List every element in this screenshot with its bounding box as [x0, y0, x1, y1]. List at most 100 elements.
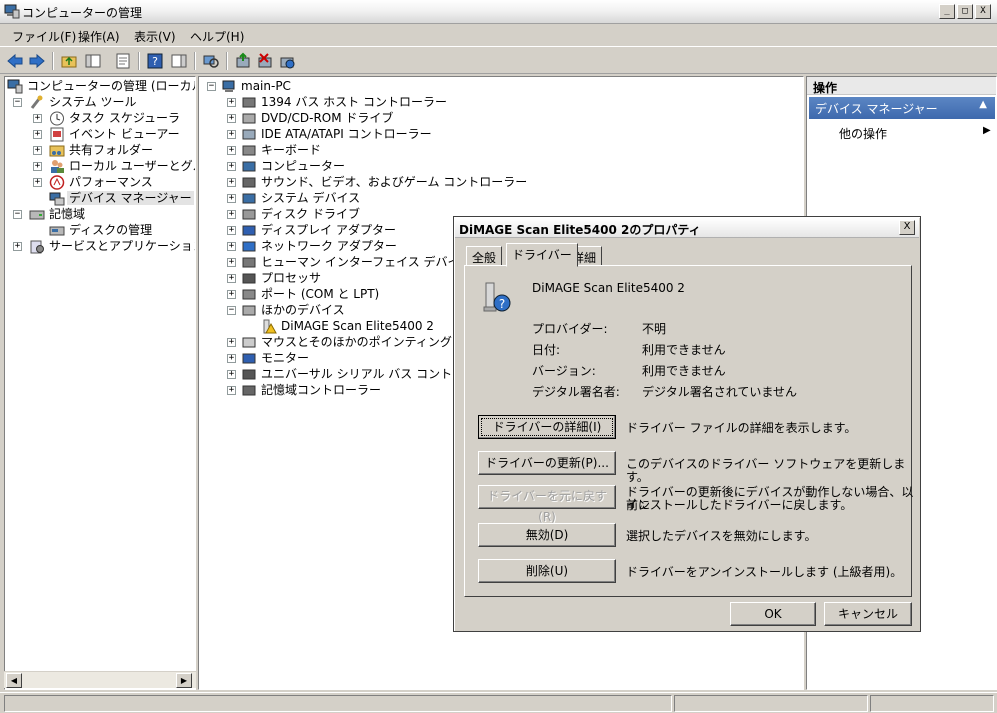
expand-icon[interactable]: + [227, 194, 236, 203]
ok-button[interactable]: OK [730, 602, 816, 626]
update-driver-button[interactable]: ドライバーの更新(P)... [478, 451, 616, 475]
expand-icon[interactable]: + [227, 354, 236, 363]
device-label: ネットワーク アダプター [261, 239, 397, 253]
forward-arrow-icon[interactable] [28, 52, 46, 70]
rollback-driver-button[interactable]: ドライバーを元に戻す(R) [478, 485, 616, 524]
back-arrow-icon[interactable] [6, 52, 24, 70]
expand-icon[interactable]: + [33, 130, 42, 139]
expand-icon[interactable]: + [33, 178, 42, 187]
expand-icon[interactable]: + [227, 370, 236, 379]
minimize-button[interactable]: _ [939, 4, 955, 19]
expand-icon[interactable]: + [13, 242, 22, 251]
expand-icon[interactable]: + [227, 242, 236, 251]
device-label: モニター [261, 351, 310, 365]
device-label: キーボード [261, 143, 322, 157]
submenu-arrow-icon[interactable]: ▶ [983, 125, 991, 136]
expand-icon[interactable]: + [227, 114, 236, 123]
device-label: ディスク ドライブ [261, 207, 360, 221]
action-section-device-manager[interactable]: デバイス マネージャー ▲ [809, 97, 995, 119]
toolbar-separator [52, 52, 54, 70]
dialog-title: DiMAGE Scan Elite5400 2のプロパティ [459, 223, 701, 237]
update-driver-icon[interactable] [234, 52, 252, 70]
console-tree[interactable]: コンピューターの管理 (ローカル) − システム ツール + タスク スケジュー… [4, 76, 196, 690]
dialog-close-button[interactable]: X [899, 220, 915, 235]
close-button[interactable]: X [975, 4, 991, 19]
clock-icon [50, 111, 64, 126]
help-icon[interactable]: ? [146, 52, 164, 70]
expand-icon[interactable]: + [227, 338, 236, 347]
status-cell [4, 695, 672, 712]
expand-icon[interactable]: + [33, 114, 42, 123]
up-folder-icon[interactable] [60, 52, 78, 70]
storage-controller-icon [242, 385, 256, 396]
mouse-icon [242, 337, 256, 348]
monitor-icon [242, 353, 256, 364]
expand-icon[interactable]: + [227, 178, 236, 187]
menu-file[interactable]: ファイル(F) [9, 27, 79, 46]
scroll-left-icon[interactable]: ◀ [6, 673, 22, 688]
expand-icon[interactable]: + [227, 274, 236, 283]
device-label: ヒューマン インターフェイス デバイス [261, 255, 472, 269]
menu-view[interactable]: 表示(V) [131, 27, 179, 46]
dialog-titlebar[interactable]: DiMAGE Scan Elite5400 2のプロパティ X [455, 218, 919, 238]
expand-icon[interactable]: + [227, 290, 236, 299]
computer-icon [242, 161, 256, 172]
disable-button[interactable]: 無効(D) [478, 523, 616, 547]
storage-icon [29, 210, 45, 220]
scan-hardware-changes-icon[interactable] [202, 52, 220, 70]
window-titlebar[interactable]: コンピューターの管理 _ □ X [0, 0, 997, 24]
collapse-icon[interactable]: − [13, 210, 22, 219]
device-label: コンピューター [261, 159, 346, 173]
disk-management-icon [49, 226, 65, 236]
menu-action[interactable]: 操作(A) [75, 27, 123, 46]
sound-icon [242, 177, 256, 188]
scroll-right-icon[interactable]: ▶ [176, 673, 192, 688]
signer-label: デジタル署名者: [532, 385, 620, 399]
version-value: 利用できません [642, 364, 726, 378]
tree-horizontal-scrollbar[interactable]: ◀ ▶ [4, 671, 196, 688]
expand-icon[interactable]: + [227, 98, 236, 107]
collapse-icon[interactable]: − [207, 82, 216, 91]
unknown-device-icon: ? [483, 282, 511, 312]
computer-management-icon [4, 4, 20, 19]
expand-icon[interactable]: + [33, 162, 42, 171]
processor-icon [242, 273, 256, 284]
other-devices-icon [242, 305, 256, 316]
device-root-label: main-PC [241, 79, 291, 93]
expand-icon[interactable]: + [227, 386, 236, 395]
expand-icon[interactable]: + [227, 130, 236, 139]
expand-icon[interactable]: + [227, 146, 236, 155]
tab-general[interactable]: 全般 [466, 246, 503, 266]
expand-icon[interactable]: + [227, 258, 236, 267]
collapse-icon[interactable]: − [13, 98, 22, 107]
expand-icon[interactable]: + [227, 226, 236, 235]
cancel-button[interactable]: キャンセル [824, 602, 912, 626]
toolbar-separator [194, 52, 196, 70]
show-hide-action-pane-icon[interactable] [170, 52, 188, 70]
disable-desc: 選択したデバイスを無効にします。 [626, 529, 817, 543]
expand-icon[interactable]: + [33, 146, 42, 155]
device-label: IDE ATA/ATAPI コントローラー [261, 127, 432, 141]
uninstall-device-icon[interactable] [256, 52, 274, 70]
disk-drive-icon [242, 209, 256, 220]
collapse-icon[interactable]: − [227, 306, 236, 315]
maximize-button[interactable]: □ [957, 4, 973, 19]
more-actions-item[interactable]: 他の操作 [839, 125, 887, 142]
menu-bar: ファイル(F) 操作(A) 表示(V) ヘルプ(H) [0, 25, 997, 45]
provider-label: プロバイダー: [532, 322, 608, 336]
tab-driver[interactable]: ドライバー [506, 243, 578, 267]
properties-icon[interactable] [114, 52, 132, 70]
show-hide-tree-icon[interactable] [84, 52, 102, 70]
uninstall-desc: ドライバーをアンインストールします (上級者用)。 [626, 565, 903, 579]
tree-label: イベント ビューアー [69, 127, 180, 141]
menu-help[interactable]: ヘルプ(H) [187, 27, 247, 46]
device-label: ほかのデバイス [261, 303, 345, 317]
enable-device-icon[interactable] [278, 52, 296, 70]
system-device-icon [242, 193, 256, 204]
uninstall-button[interactable]: 削除(U) [478, 559, 616, 583]
expand-icon[interactable]: + [227, 162, 236, 171]
driver-details-button[interactable]: ドライバーの詳細(I) [478, 415, 616, 439]
version-label: バージョン: [532, 364, 596, 378]
collapse-caret-icon[interactable]: ▲ [979, 99, 987, 110]
expand-icon[interactable]: + [227, 210, 236, 219]
